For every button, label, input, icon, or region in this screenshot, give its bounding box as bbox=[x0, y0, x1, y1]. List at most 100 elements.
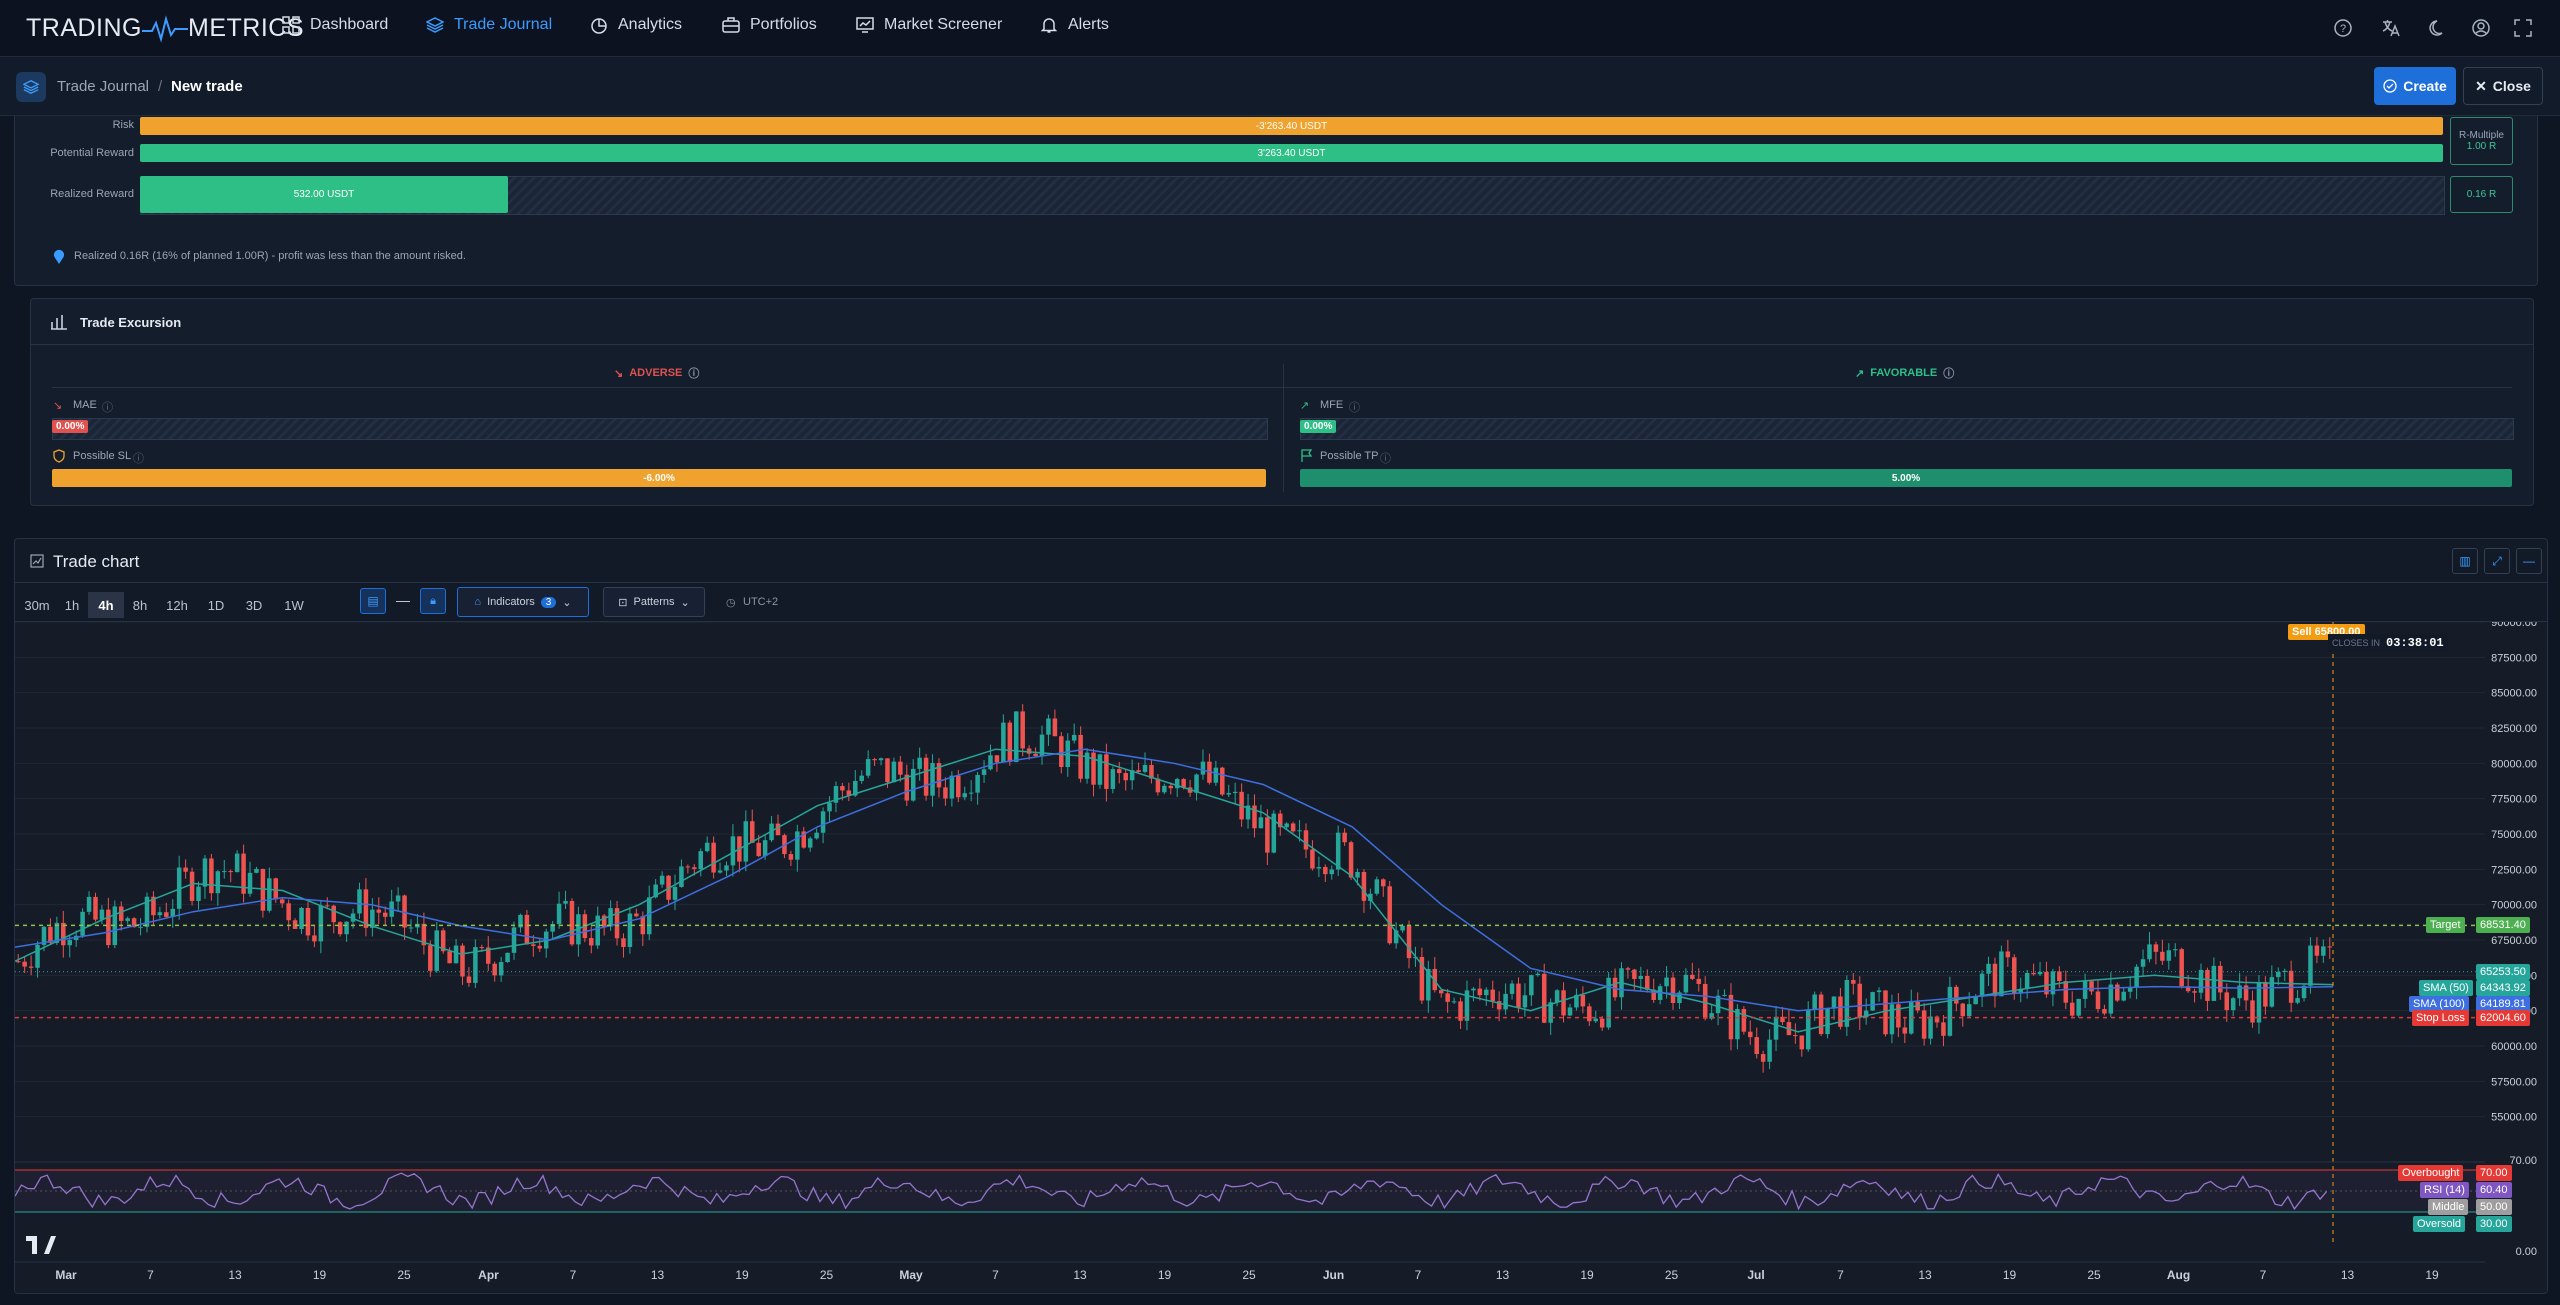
line-tool-button[interactable]: — bbox=[396, 592, 410, 608]
patterns-button[interactable]: ⊡ Patterns ⌄ bbox=[603, 587, 705, 617]
candle-body bbox=[1007, 722, 1013, 762]
timeframe-1h[interactable]: 1h bbox=[56, 592, 88, 618]
time-tick-label: Apr bbox=[478, 1268, 499, 1282]
tp-info-icon[interactable]: ⓘ bbox=[1380, 450, 1391, 466]
collapse-chart-button[interactable]: — bbox=[2516, 548, 2542, 574]
timeframe-4h[interactable]: 4h bbox=[88, 592, 124, 618]
mae-info-icon[interactable]: ⓘ bbox=[102, 399, 113, 415]
candle-body bbox=[1059, 736, 1064, 768]
candle-body bbox=[267, 878, 272, 911]
nav-market-screener[interactable]: Market Screener bbox=[856, 16, 1002, 34]
time-tick-label: 7 bbox=[2260, 1268, 2267, 1282]
candle-body bbox=[1670, 977, 1676, 1003]
realized-r-box: 0.16 R bbox=[2450, 176, 2513, 213]
candle-body bbox=[563, 900, 568, 904]
candle-body bbox=[1812, 994, 1817, 1010]
candle-body bbox=[1999, 951, 2004, 997]
candle-body bbox=[1535, 973, 1541, 976]
candle-body bbox=[1818, 994, 1824, 1035]
candle-body bbox=[215, 871, 221, 894]
lock-icon: 🔒︎ bbox=[430, 594, 436, 607]
timeframe-30m[interactable]: 30m bbox=[18, 592, 56, 618]
split-view-button[interactable]: ▥ bbox=[2452, 548, 2478, 574]
candle-body bbox=[2057, 971, 2062, 982]
indicators-button[interactable]: ⌂ Indicators 3 ⌄ bbox=[457, 587, 589, 617]
time-tick-label: Mar bbox=[55, 1268, 77, 1282]
candle-body bbox=[1220, 767, 1225, 795]
possible-sl-label: Possible SL bbox=[73, 450, 132, 462]
candle-body bbox=[453, 945, 459, 964]
price-tick-label: 67500.00 bbox=[2491, 935, 2537, 947]
candles-icon: ▤ bbox=[367, 594, 379, 608]
user-icon[interactable] bbox=[2470, 17, 2492, 39]
rsi-tick-label: 70.00 bbox=[2509, 1155, 2537, 1167]
timezone-label[interactable]: UTC+2 bbox=[743, 596, 778, 608]
candle-body bbox=[672, 887, 678, 900]
candle-body bbox=[86, 896, 92, 912]
time-tick-label: 13 bbox=[1496, 1268, 1510, 1282]
price-chart[interactable]: 90000.00 87500.00 85000.00 82500.00 80000.00… bbox=[15, 622, 2547, 1292]
expand-icon: ⤢ bbox=[2492, 553, 2502, 568]
candle-body bbox=[1194, 774, 1199, 793]
candle-body bbox=[157, 912, 163, 916]
candle-body bbox=[621, 938, 626, 947]
nav-dashboard[interactable]: Dashboard bbox=[282, 16, 388, 34]
clock-icon: ◷ bbox=[726, 597, 736, 609]
fullscreen-icon[interactable] bbox=[2512, 17, 2534, 39]
candle-body bbox=[2160, 951, 2165, 961]
info-icon[interactable]: ⓘ bbox=[688, 365, 699, 381]
nav-portfolios[interactable]: Portfolios bbox=[722, 16, 817, 34]
candle-body bbox=[1323, 867, 1328, 875]
candle-body bbox=[981, 769, 987, 775]
nav-alerts[interactable]: Alerts bbox=[1040, 16, 1109, 34]
candle-body bbox=[344, 921, 349, 935]
lock-button[interactable]: 🔒︎ bbox=[420, 588, 446, 614]
nav-trade-journal[interactable]: Trade Journal bbox=[426, 16, 552, 34]
candle-body bbox=[292, 920, 298, 929]
candle-body bbox=[1825, 1008, 1830, 1035]
breadcrumb-parent[interactable]: Trade Journal bbox=[57, 78, 149, 95]
nav-portfolios-label: Portfolios bbox=[750, 16, 817, 33]
timeframe-1D[interactable]: 1D bbox=[198, 592, 234, 618]
mfe-info-icon[interactable]: ⓘ bbox=[1349, 399, 1360, 415]
help-icon[interactable]: ? bbox=[2332, 17, 2354, 39]
candles-toggle-button[interactable]: ▤ bbox=[360, 588, 386, 614]
rsi-tick-label: 0.00 bbox=[2516, 1246, 2537, 1258]
candle-body bbox=[814, 832, 819, 839]
timeframe-3D[interactable]: 3D bbox=[234, 592, 274, 618]
timeframe-1W[interactable]: 1W bbox=[274, 592, 314, 618]
candle-body bbox=[99, 909, 105, 920]
candle-body bbox=[827, 802, 832, 812]
candle-body bbox=[2198, 969, 2204, 993]
close-button[interactable]: ✕ Close bbox=[2463, 67, 2543, 105]
candle-body bbox=[1335, 832, 1341, 870]
candle-body bbox=[1587, 1006, 1592, 1022]
stop-loss-value-tag: 62004.60 bbox=[2476, 1009, 2530, 1026]
timeframe-12h[interactable]: 12h bbox=[156, 592, 198, 618]
time-tick-label: 25 bbox=[820, 1268, 834, 1282]
candle-body bbox=[325, 905, 330, 907]
potential-reward-label: Potential Reward bbox=[50, 147, 134, 159]
candle-body bbox=[1876, 990, 1882, 993]
bar-chart-icon bbox=[51, 315, 67, 330]
app-logo[interactable]: TRADING METRICS bbox=[26, 14, 304, 43]
moon-icon[interactable] bbox=[2427, 17, 2449, 39]
info-icon[interactable]: ⓘ bbox=[1943, 365, 1954, 381]
candle-body bbox=[2031, 972, 2036, 975]
candle-body bbox=[2140, 959, 2146, 967]
monitor-chart-icon bbox=[856, 17, 874, 33]
realized-reward-label: Realized Reward bbox=[50, 188, 134, 200]
tradingview-logo-icon[interactable] bbox=[26, 1236, 56, 1254]
translate-icon[interactable] bbox=[2380, 17, 2402, 39]
candle-body bbox=[569, 900, 575, 945]
sl-info-icon[interactable]: ⓘ bbox=[133, 450, 144, 466]
candle-body bbox=[1541, 973, 1547, 1023]
expand-chart-button[interactable]: ⤢ bbox=[2484, 548, 2510, 574]
nav-analytics[interactable]: Analytics bbox=[590, 16, 682, 34]
candle-body bbox=[1954, 986, 1959, 1004]
favorable-header: ↗ FAVORABLE ⓘ bbox=[1855, 365, 1954, 381]
journal-icon bbox=[16, 72, 46, 102]
timeframe-8h[interactable]: 8h bbox=[124, 592, 156, 618]
create-button[interactable]: Create bbox=[2374, 67, 2456, 105]
candle-body bbox=[505, 952, 510, 963]
